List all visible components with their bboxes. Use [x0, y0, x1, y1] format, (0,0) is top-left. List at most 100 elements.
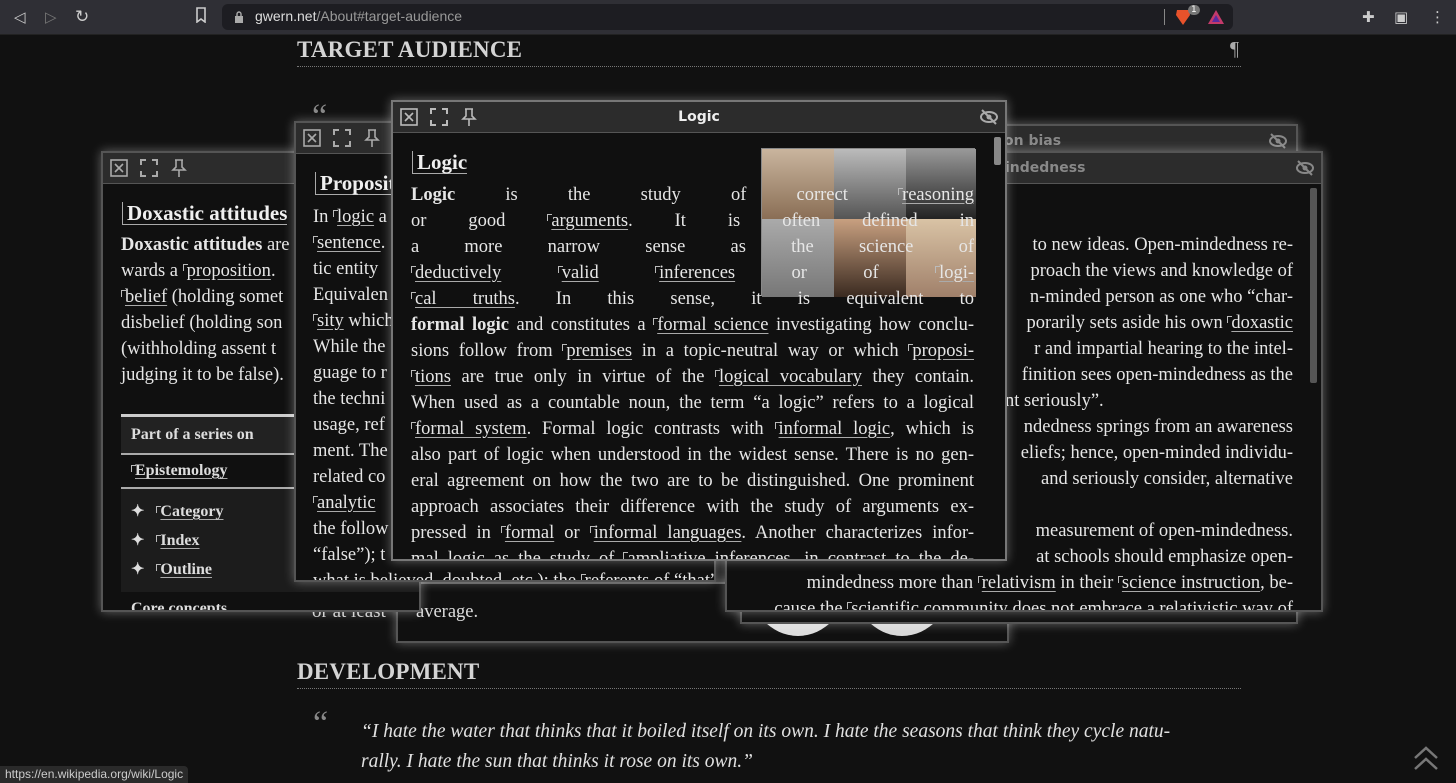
wiki-link[interactable]: logical vocabulary: [715, 367, 862, 387]
wallet-icon[interactable]: ▣: [1394, 7, 1408, 27]
wiki-link[interactable]: premises: [562, 341, 632, 361]
text-run: also part of logic when understood in th…: [411, 445, 974, 465]
text-run: or of: [735, 263, 936, 283]
close-icon[interactable]: [109, 158, 129, 178]
address-bar[interactable]: gwern.net/About#target-audience 1: [222, 4, 1233, 30]
eye-slash-icon[interactable]: [979, 107, 999, 127]
wiki-link[interactable]: formal science: [653, 315, 768, 335]
text-run: r and impartial hearing to the intel-: [1034, 339, 1293, 359]
wiki-link[interactable]: informal languages: [590, 523, 742, 543]
popup-text: average.: [416, 602, 479, 622]
text-run: investigating how conclu-: [768, 315, 974, 335]
text-line: When used as a countable noun, the term …: [411, 390, 974, 416]
text-line: cal truths. In this sense, it is equival…: [411, 286, 974, 312]
wiki-link[interactable]: sity: [313, 311, 344, 331]
text-line: a more narrow sense as the science of: [411, 234, 974, 260]
forward-icon[interactable]: ▷: [45, 7, 57, 27]
lock-icon: [235, 11, 243, 23]
pin-icon[interactable]: [169, 158, 189, 178]
back-icon[interactable]: ◁: [14, 7, 26, 27]
wiki-link[interactable]: referents of “that” clauses: [581, 571, 714, 580]
epistemology-link[interactable]: Epistemology: [131, 462, 227, 479]
text-line: belief (holding somet: [121, 284, 290, 310]
text-line: (withholding assent t: [121, 336, 290, 362]
wiki-link[interactable]: informal logic: [775, 419, 891, 439]
text-run: or: [554, 523, 590, 543]
scrollbar[interactable]: [994, 137, 1001, 165]
browser-toolbar: ◁ ▷ ↻ gwern.net/About#target-audience 1 …: [0, 0, 1456, 35]
reload-icon[interactable]: ↻: [75, 7, 89, 27]
eye-slash-icon[interactable]: [1295, 158, 1315, 178]
section-rule: [297, 66, 1241, 67]
popup-logic[interactable]: Logic Logic Logic is the study of correc…: [391, 100, 1007, 561]
close-icon[interactable]: [302, 128, 322, 148]
text-line: formal logic and constitutes a formal sc…: [411, 312, 974, 338]
wiki-link[interactable]: proposition: [183, 261, 271, 281]
index-link[interactable]: Index: [156, 532, 199, 549]
eye-slash-icon[interactable]: [1268, 131, 1288, 151]
text-run: pressed in: [411, 523, 501, 543]
wiki-link[interactable]: formal: [501, 523, 554, 543]
wiki-link[interactable]: sentence: [313, 233, 381, 253]
text-run: ment. The: [313, 441, 388, 461]
maximize-icon[interactable]: [139, 158, 159, 178]
wiki-link[interactable]: proposi-: [908, 341, 974, 361]
wiki-link[interactable]: arguments: [547, 211, 628, 231]
popup-titlebar[interactable]: Logic: [393, 102, 1005, 133]
text-run: a more narrow sense as the science of: [411, 237, 974, 257]
wiki-link[interactable]: science instruction: [1118, 573, 1260, 593]
wiki-link[interactable]: logic: [333, 207, 374, 227]
pilcrow-anchor[interactable]: ¶: [1230, 38, 1239, 61]
text-line: pressed in formal or informal languages.…: [411, 520, 974, 546]
section-title-target-audience: TARGET AUDIENCE: [297, 37, 523, 62]
bookmark-icon[interactable]: [195, 7, 207, 28]
maximize-icon[interactable]: [332, 128, 352, 148]
popup-body-text: Doxastic attitudes are wards a propositio…: [121, 232, 290, 388]
text-run: are: [262, 235, 290, 255]
text-line: approach associates their difference wit…: [411, 494, 974, 520]
wiki-link[interactable]: valid: [558, 263, 599, 283]
menu-icon[interactable]: ⋮: [1430, 7, 1445, 27]
text-run: usage, ref: [313, 415, 385, 435]
popup-heading[interactable]: Logic: [412, 151, 468, 174]
text-run: wards a: [121, 261, 183, 281]
wiki-link[interactable]: tions: [411, 367, 451, 387]
wiki-link[interactable]: scientific community: [847, 599, 1008, 610]
scroll-to-top-icon[interactable]: [1412, 744, 1440, 772]
section-rule: [297, 688, 1241, 689]
text-run: cause the: [774, 599, 848, 610]
text-run: to new ideas. Open-mindedness re-: [1032, 235, 1293, 255]
popup-heading[interactable]: Doxastic attitudes: [122, 202, 288, 225]
star-bullet-icon: ✦: [131, 503, 145, 520]
text-run: a: [374, 207, 387, 227]
wiki-link[interactable]: belief: [121, 287, 167, 307]
text-run: guage to r: [313, 363, 387, 383]
popup-title: indedness: [1005, 160, 1086, 176]
text-run: at schools should emphasize open-: [1036, 547, 1293, 567]
wiki-link[interactable]: analytic: [313, 493, 376, 513]
wiki-link[interactable]: cal truths: [411, 289, 515, 309]
brave-rewards-icon[interactable]: [1207, 9, 1225, 25]
category-link[interactable]: Category: [156, 503, 223, 520]
pin-icon[interactable]: [362, 128, 382, 148]
wiki-link[interactable]: relativism: [978, 573, 1056, 593]
wiki-link[interactable]: ampliative inferences: [623, 549, 790, 559]
text-run: judging it to be false).: [121, 365, 284, 385]
text-run: which: [343, 311, 394, 331]
wiki-link[interactable]: inferences: [655, 263, 735, 283]
wiki-link[interactable]: deductively: [411, 263, 501, 283]
text-line: Logic is the study of correct reasoning: [411, 182, 974, 208]
outline-link[interactable]: Outline: [156, 561, 212, 578]
wiki-link[interactable]: formal system: [411, 419, 527, 439]
wiki-link[interactable]: reasoning: [898, 185, 974, 205]
text-run: in a topic-neutral way or which: [632, 341, 909, 361]
text-line: tions are true only in virtue of the log…: [411, 364, 974, 390]
wiki-link[interactable]: logi-: [935, 263, 974, 283]
text-run: ndedness springs from an awareness: [1023, 417, 1293, 437]
text-run: in their: [1055, 573, 1118, 593]
scrollbar[interactable]: [1310, 188, 1317, 383]
wiki-link[interactable]: doxastic: [1227, 313, 1293, 333]
star-bullet-icon: ✦: [131, 532, 145, 549]
text-run: and constitutes a: [508, 315, 654, 335]
extensions-icon[interactable]: ✚: [1362, 7, 1375, 27]
